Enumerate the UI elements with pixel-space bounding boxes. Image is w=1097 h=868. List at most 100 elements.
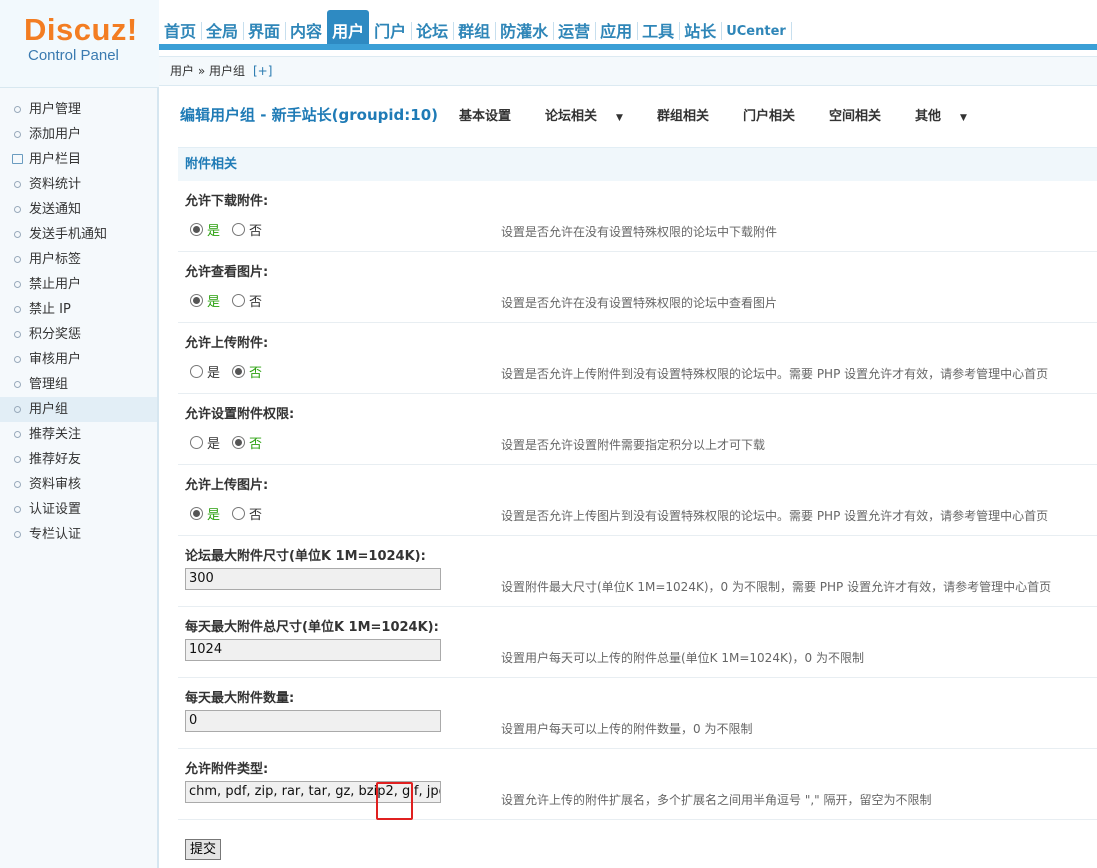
sidebar-item-label: 用户组 [29, 402, 69, 417]
radio-button[interactable] [190, 223, 203, 236]
radio-button[interactable] [232, 294, 246, 307]
nav-item-label: 首页 [164, 22, 197, 41]
nav-item[interactable]: 全局 [201, 10, 245, 44]
sidebar-item-label: 用户管理 [29, 102, 82, 117]
sidebar-item[interactable]: 审核用户 [0, 347, 157, 372]
nav-item[interactable]: 站长 [679, 10, 723, 44]
nav-item[interactable]: 首页 [159, 10, 203, 44]
highlight-box [376, 782, 413, 820]
nav-separator [790, 22, 792, 40]
radio-option-no[interactable]: 否 [232, 433, 262, 452]
sidebar-item[interactable]: 用户组 [0, 397, 157, 422]
breadcrumb-add-button[interactable]: [+] [253, 64, 272, 78]
sub-tab[interactable]: 群组相关 [657, 105, 726, 124]
setting-label: 每天最大附件总尺寸(单位K 1M=1024K): [185, 620, 439, 635]
chevron-down-icon: ▼ [960, 113, 967, 123]
nav-item[interactable]: 界面 [243, 10, 287, 44]
radio-option-yes[interactable]: 是 [190, 220, 220, 239]
sidebar-item[interactable]: 资料审核 [0, 472, 157, 497]
sub-tab[interactable]: 其他 ▼ [915, 105, 984, 124]
sidebar-item[interactable]: 用户标签 [0, 247, 157, 272]
sidebar-item[interactable]: 禁止 IP [0, 297, 157, 322]
sidebar-item[interactable]: 管理组 [0, 372, 157, 397]
radio-label: 是 [207, 366, 221, 381]
radio-option-yes[interactable]: 是 [190, 291, 220, 310]
radio-button[interactable] [232, 223, 246, 236]
radio-button[interactable] [232, 436, 246, 449]
sub-tab[interactable]: 空间相关 [829, 105, 898, 124]
sidebar-item-label: 资料审核 [29, 477, 82, 492]
sub-tab[interactable]: 论坛相关 ▼ [545, 105, 640, 124]
top-nav: 首页 全局 界面 内容 用户 门户 论坛 群组 防灌水 运营 应用 工具 站长 UCenter [159, 0, 1097, 50]
sidebar-item[interactable]: 认证设置 [0, 497, 157, 522]
setting-label: 允许下载附件: [185, 194, 269, 209]
radio-button[interactable] [190, 365, 203, 378]
sidebar-item[interactable]: 推荐关注 [0, 422, 157, 447]
sidebar-item[interactable]: 禁止用户 [0, 272, 157, 297]
radio-label: 是 [207, 224, 221, 239]
nav-item[interactable]: 防灌水 [495, 10, 555, 44]
header: Discuz! Control Panel 首页 全局 界面 内容 用户 门户 论坛 群组 防灌… [0, 0, 1097, 88]
sidebar-item[interactable]: 发送手机通知 [0, 222, 157, 247]
setting-row: 允许上传附件: 是否设置是否允许上传附件到没有设置特殊权限的论坛中。需要 PHP … [178, 323, 1097, 394]
setting-label: 论坛最大附件尺寸(单位K 1M=1024K): [185, 549, 426, 564]
radio-group: 是否 [190, 504, 274, 523]
setting-row: 论坛最大附件尺寸(单位K 1M=1024K): 300 设置附件最大尺寸(单位K 1… [178, 536, 1097, 607]
nav-item[interactable]: 应用 [595, 10, 639, 44]
sub-tab[interactable]: 门户相关 [743, 105, 812, 124]
bullet-icon [14, 256, 21, 263]
radio-label: 是 [207, 508, 221, 523]
nav-item[interactable]: 论坛 [411, 10, 455, 44]
radio-option-no[interactable]: 否 [232, 362, 262, 381]
setting-row: 每天最大附件数量: 0 设置用户每天可以上传的附件数量，0 为不限制 [178, 678, 1097, 749]
radio-option-yes[interactable]: 是 [190, 504, 220, 523]
sidebar-item[interactable]: 推荐好友 [0, 447, 157, 472]
bullet-icon [14, 456, 21, 463]
setting-row: 允许上传图片: 是否设置是否允许上传图片到没有设置特殊权限的论坛中。需要 PHP … [178, 465, 1097, 536]
nav-item-label: 用户 [327, 10, 370, 44]
nav-item[interactable]: 门户 [369, 10, 413, 44]
page-title: 编辑用户组 - 新手站长(groupid:10) [180, 106, 438, 124]
setting-row: 每天最大附件总尺寸(单位K 1M=1024K): 1024 设置用户每天可以上传的附… [178, 607, 1097, 678]
radio-option-no[interactable]: 否 [232, 504, 262, 523]
logo-brand: Discuz! [24, 12, 138, 47]
setting-tip: 设置用户每天可以上传的附件总量(单位K 1M=1024K)，0 为不限制 [501, 651, 864, 665]
nav-item[interactable]: 内容 [285, 10, 329, 44]
sidebar-item[interactable]: 积分奖惩 [0, 322, 157, 347]
text-input[interactable]: 0 [185, 710, 441, 732]
radio-option-no[interactable]: 否 [232, 291, 262, 310]
text-input[interactable]: 300 [185, 568, 441, 590]
sidebar-item[interactable]: 添加用户 [0, 122, 157, 147]
logo[interactable]: Discuz! Control Panel [0, 0, 159, 88]
radio-button[interactable] [190, 436, 203, 449]
radio-option-no[interactable]: 否 [232, 220, 262, 239]
sidebar-item-label: 推荐关注 [29, 427, 82, 442]
nav-item-label: 站长 [684, 22, 717, 41]
bullet-icon [14, 306, 21, 313]
nav-item[interactable]: 用户 [327, 10, 370, 44]
sidebar-item[interactable]: 用户栏目 [0, 147, 157, 172]
radio-option-yes[interactable]: 是 [190, 362, 220, 381]
sidebar-item-label: 发送手机通知 [29, 227, 108, 242]
radio-button[interactable] [190, 507, 203, 520]
radio-option-yes[interactable]: 是 [190, 433, 220, 452]
submit-button[interactable]: 提交 [185, 839, 221, 860]
sidebar-item[interactable]: 发送通知 [0, 197, 157, 222]
nav-item-label: 防灌水 [500, 22, 549, 41]
nav-item[interactable]: UCenter [721, 10, 792, 44]
radio-button[interactable] [190, 294, 203, 307]
radio-group: 是否 [190, 220, 274, 239]
text-input[interactable]: 1024 [185, 639, 441, 661]
radio-label: 否 [249, 295, 263, 310]
nav-item[interactable]: 运营 [553, 10, 597, 44]
nav-item-label: 界面 [248, 22, 281, 41]
sidebar-item[interactable]: 用户管理 [0, 97, 157, 122]
radio-button[interactable] [232, 365, 246, 378]
radio-button[interactable] [232, 507, 246, 520]
nav-item[interactable]: 工具 [637, 10, 681, 44]
sidebar-item[interactable]: 专栏认证 [0, 522, 157, 547]
sidebar-item[interactable]: 资料统计 [0, 172, 157, 197]
sub-tab[interactable]: 基本设置 [459, 105, 528, 124]
nav-item-label: 工具 [642, 22, 675, 41]
nav-item[interactable]: 群组 [453, 10, 497, 44]
